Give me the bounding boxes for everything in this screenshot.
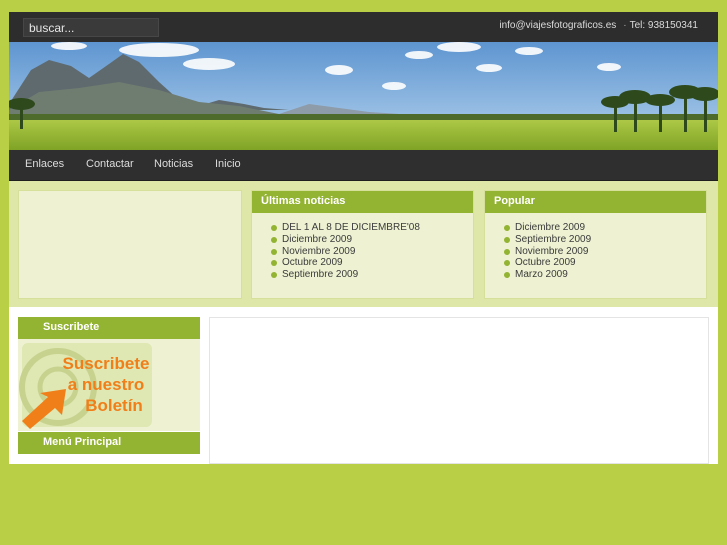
subscribe-graphic: Suscribete a nuestro Boletín [18, 339, 200, 431]
contact-phone: Tel: 938150341 [629, 20, 698, 31]
popular-item[interactable]: Septiembre 2009 [503, 234, 706, 246]
popular-title: Popular [485, 191, 706, 213]
content-area: Suscribete Suscribete a nuestro Boletín … [9, 307, 718, 464]
contact-email[interactable]: info@viajesfotograficos.es [499, 20, 616, 31]
news-list: DEL 1 AL 8 DE DICIEMBRE'08 Diciembre 200… [252, 213, 473, 281]
main-nav: Enlaces Contactar Noticias Inicio [9, 150, 718, 181]
subscribe-title: Suscribete [18, 317, 200, 339]
news-box: Últimas noticias DEL 1 AL 8 DE DICIEMBRE… [251, 190, 474, 299]
main-content-box [209, 317, 709, 464]
popular-item[interactable]: Octubre 2009 [503, 257, 706, 269]
news-item[interactable]: Septiembre 2009 [270, 269, 473, 281]
news-item[interactable]: DEL 1 AL 8 DE DICIEMBRE'08 [270, 222, 473, 234]
nav-item-enlaces[interactable]: Enlaces [25, 158, 64, 170]
main-menu-title: Menú Principal [18, 432, 200, 454]
featured-strip: Últimas noticias DEL 1 AL 8 DE DICIEMBRE… [9, 181, 718, 307]
empty-box [18, 190, 242, 299]
subscribe-banner[interactable]: Suscribete a nuestro Boletín [18, 339, 200, 431]
contact-info: info@viajesfotograficos.es · Tel: 93815034… [499, 20, 698, 31]
popular-item[interactable]: Marzo 2009 [503, 269, 706, 281]
news-item[interactable]: Octubre 2009 [270, 257, 473, 269]
search-input[interactable] [23, 18, 159, 37]
popular-item[interactable]: Diciembre 2009 [503, 222, 706, 234]
popular-box: Popular Diciembre 2009 Septiembre 2009 N… [484, 190, 707, 299]
news-item[interactable]: Noviembre 2009 [270, 246, 473, 258]
news-item[interactable]: Diciembre 2009 [270, 234, 473, 246]
nav-item-noticias[interactable]: Noticias [154, 158, 193, 170]
news-title: Últimas noticias [252, 191, 473, 213]
popular-list: Diciembre 2009 Septiembre 2009 Noviembre… [485, 213, 706, 281]
header-banner [9, 42, 718, 150]
separator-dot: · [623, 20, 627, 31]
promo-line-3: Boletín [85, 396, 143, 415]
nav-item-contactar[interactable]: Contactar [86, 158, 134, 170]
top-bar: info@viajesfotograficos.es ·Tel: 93815034… [9, 12, 718, 42]
promo-line-1: Suscribete [63, 354, 150, 373]
nav-item-inicio[interactable]: Inicio [215, 158, 241, 170]
landscape-image [9, 42, 718, 150]
promo-line-2: a nuestro [68, 375, 145, 394]
popular-item[interactable]: Noviembre 2009 [503, 246, 706, 258]
